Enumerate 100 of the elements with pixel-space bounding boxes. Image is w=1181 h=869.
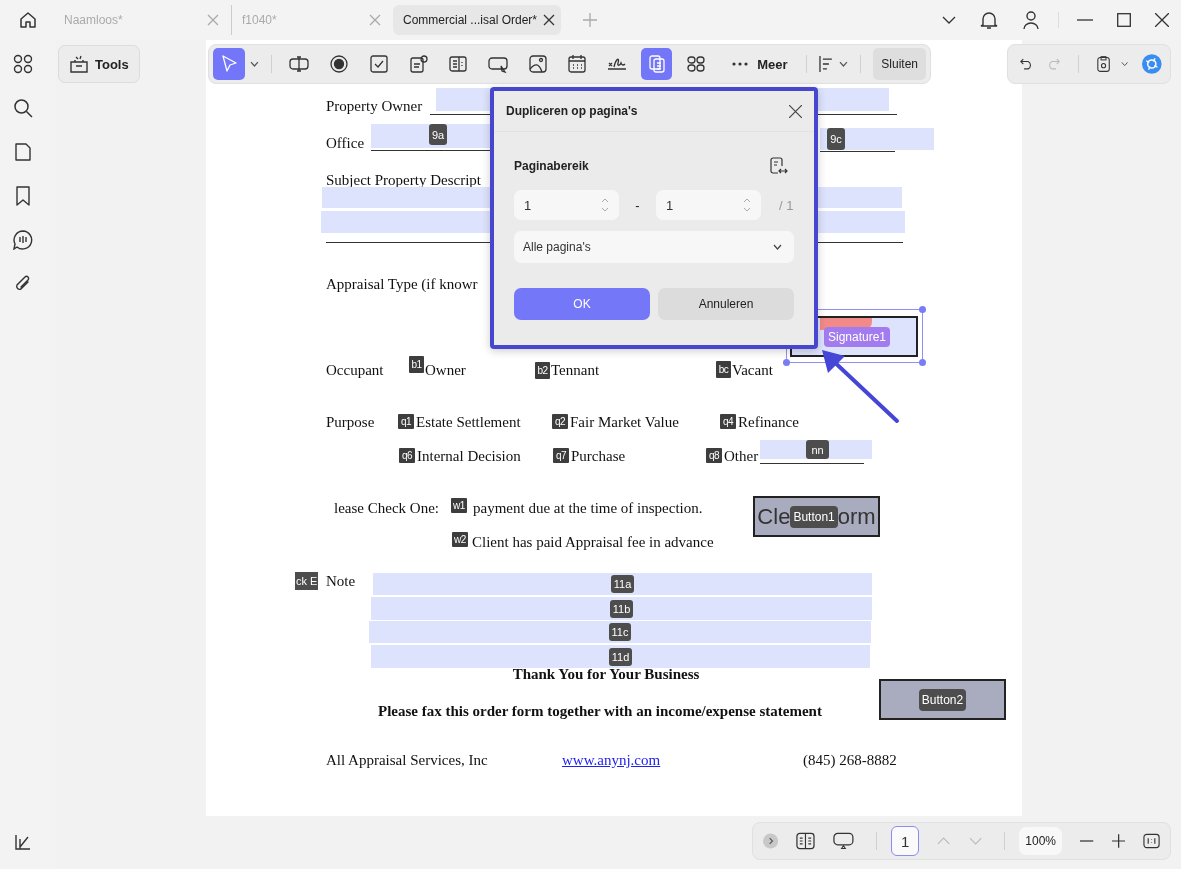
actual-size-icon[interactable] [1143,833,1161,849]
field-tag[interactable]: nn [806,440,829,459]
checkbox-tag[interactable]: w1 [451,498,467,513]
option-label: Purchase [571,447,626,466]
dialog-title: Dupliceren op pagina's [506,104,638,118]
field-tag[interactable]: 11b [609,599,634,618]
bell-icon[interactable] [980,10,998,30]
calendar-icon [567,54,588,74]
company-name: All Appraisal Services, Inc [326,751,488,770]
field-tag[interactable]: ck E [295,572,319,590]
book-icon[interactable] [796,832,816,850]
field-tag[interactable]: 9c [827,128,845,150]
close-icon[interactable] [789,104,802,118]
range-separator: - [634,197,641,213]
page-swap-icon[interactable] [770,157,788,175]
form-field[interactable]: 9a [371,124,490,148]
form-field[interactable]: 11b [371,597,872,620]
end-page-field[interactable]: 1 [656,190,761,220]
field-tag[interactable]: 11a [610,575,635,593]
apps-icon[interactable] [13,54,33,74]
search-icon[interactable] [13,98,33,118]
resize-handle[interactable] [783,359,790,366]
save-icon[interactable] [1096,54,1111,74]
form-field[interactable]: 11a [373,573,872,595]
checkbox-icon [368,54,389,74]
close-icon[interactable] [1155,13,1169,27]
assistant-icon[interactable] [1142,52,1162,76]
maximize-icon[interactable] [1117,13,1131,27]
checkbox-tag[interactable]: b1 [409,356,424,373]
field-tag[interactable]: 11c [608,623,632,641]
text-field-icon [289,54,310,74]
form-field[interactable]: 9c [820,128,934,150]
resize-handle[interactable] [919,306,926,313]
bookmark-icon[interactable] [15,186,31,206]
page-icon[interactable] [14,142,32,162]
cancel-button[interactable]: Annuleren [658,288,794,320]
checkbox-tag[interactable]: q1 [398,414,414,429]
option-label: Other [724,447,759,466]
resize-handle[interactable] [919,359,926,366]
caret-icon[interactable] [839,61,849,67]
checkbox-tag[interactable]: q6 [399,448,415,463]
close-icon[interactable] [543,14,556,26]
toolbox-icon [69,55,89,73]
duplicate-icon [646,54,667,74]
radio-icon [329,54,350,74]
form-field[interactable]: 11d [371,645,870,668]
zoom-level-field[interactable]: 100% [1018,827,1063,855]
caret-icon[interactable] [1121,61,1129,67]
button-icon [487,54,508,74]
checkbox-tag[interactable]: b2 [535,362,550,379]
checkbox-tag[interactable]: q2 [552,414,568,429]
checkbox-tag[interactable]: w2 [452,532,468,547]
ok-button[interactable]: OK [514,288,650,320]
home-icon[interactable] [18,10,38,30]
combo-box-icon [408,54,429,74]
document-tab[interactable]: Commercial ...isal Order* [393,5,562,35]
field-tag[interactable]: 11d [608,647,633,666]
field-tag[interactable]: 9a [429,124,447,145]
tools-button[interactable]: Tools [58,45,140,83]
expand-icon[interactable] [763,833,779,849]
align-icon[interactable] [818,55,835,73]
library-icon[interactable] [14,833,32,851]
checkbox-tag[interactable]: q7 [553,448,569,463]
checkbox-tag[interactable]: q4 [720,414,736,429]
form-field[interactable]: nn [760,440,872,459]
website-link[interactable]: www.anynj.com [562,750,661,770]
presentation-icon[interactable] [833,832,854,850]
field-label: Property Owner [326,97,423,116]
more-button[interactable]: Meer [726,55,794,73]
form-field[interactable]: 11c [369,621,871,643]
grid-icon [686,54,707,74]
comment-icon[interactable] [13,230,33,250]
field-tag[interactable]: Button2 [918,688,967,711]
page-number-field[interactable]: 1 [890,826,920,856]
button-caption: Cle [757,503,791,530]
option-label: Vacant [732,361,773,380]
chevron-down-icon [773,244,782,250]
option-label: Tennant [551,361,600,380]
form-button[interactable]: Cle Button1 orm [753,496,880,537]
start-page-field[interactable]: 1 [514,190,619,220]
field-tag[interactable]: Button1 [790,505,838,528]
list-box-icon [448,54,469,74]
option-label: payment due at the time of inspection. [473,499,703,518]
chevron-down-icon[interactable] [942,15,956,25]
range-dropdown[interactable]: Alle pagina's [514,231,794,263]
instruction-text: Please fax this order form together with an income/expense statement [378,702,822,721]
caret-icon[interactable] [249,61,259,67]
form-button[interactable]: Button2 [879,679,1006,720]
checkbox-tag[interactable]: bc [716,361,731,378]
option-label: Estate Settlement [416,413,521,432]
user-icon[interactable] [1022,10,1040,30]
undo-icon[interactable] [1020,57,1034,71]
close-button[interactable]: Sluiten [873,48,926,80]
option-label: Client has paid Appraisal fee in advance [472,533,714,552]
ellipsis-icon [732,62,749,66]
option-label: Internal Decision [417,447,521,466]
field-label: Office [326,134,365,153]
checkbox-tag[interactable]: q8 [706,448,722,463]
zoom-in-icon[interactable] [1111,834,1125,848]
section-label: Paginabereik [514,159,589,173]
